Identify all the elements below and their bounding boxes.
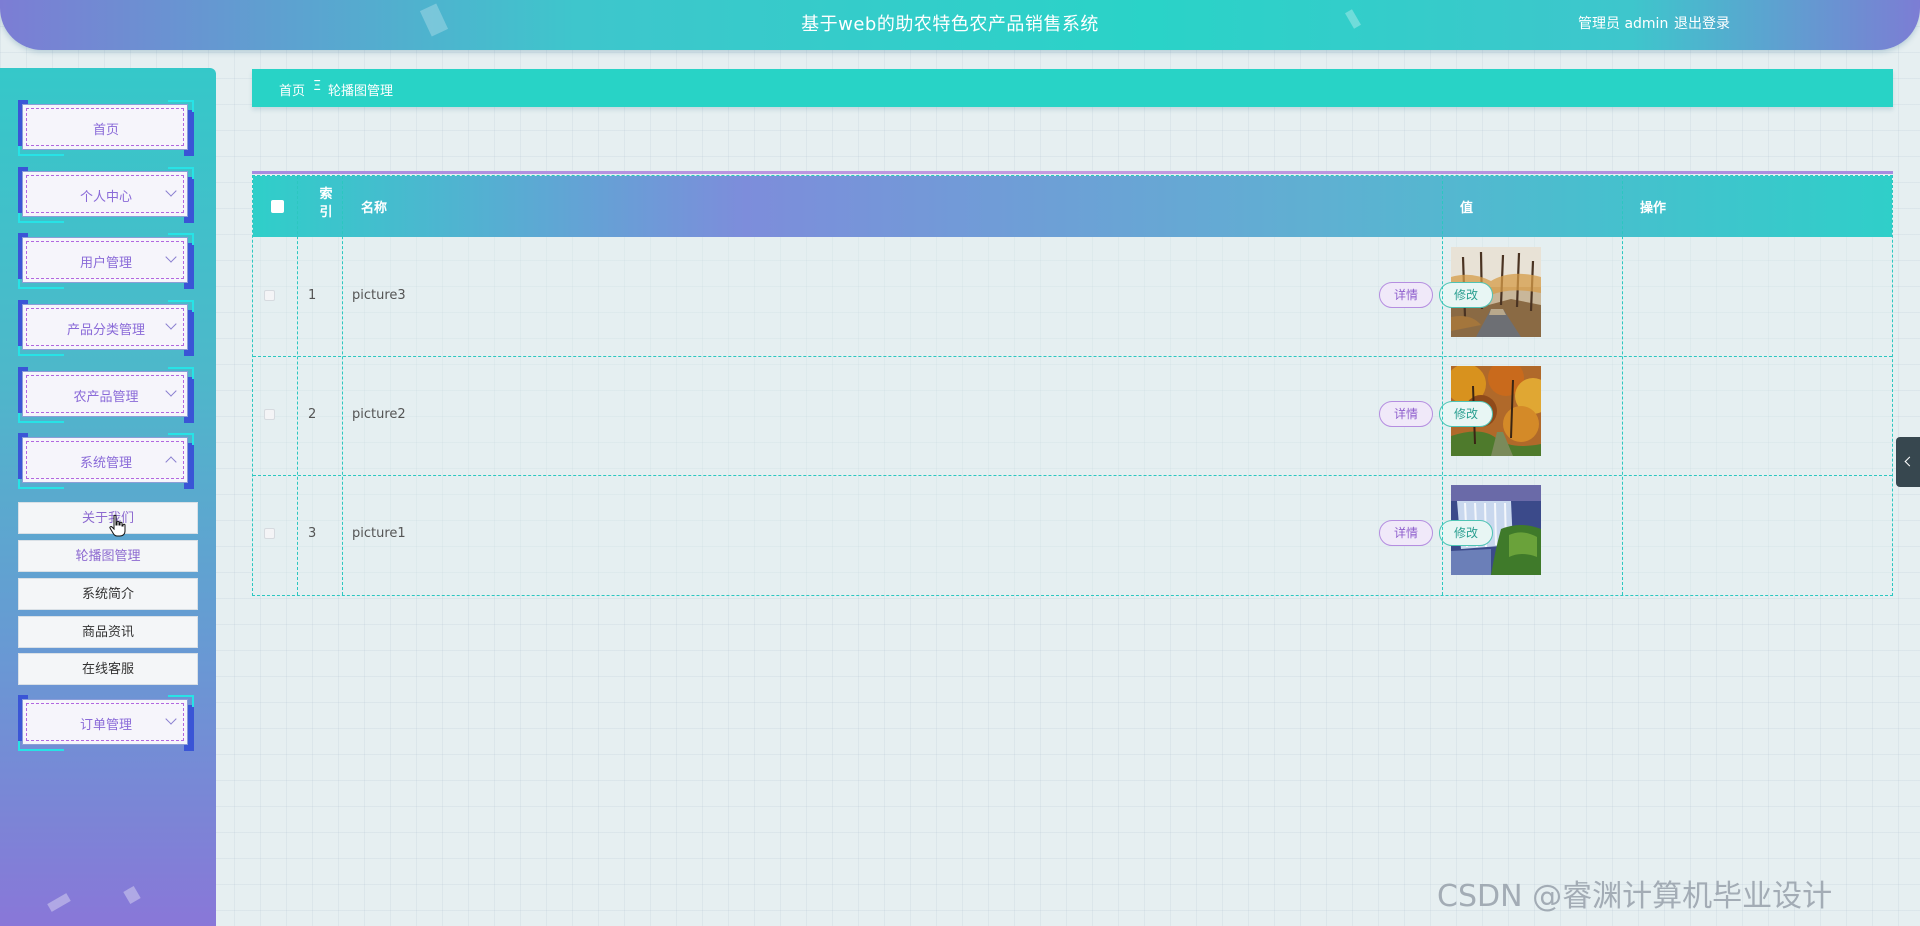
carousel-table: 索引 名称 值 操作 1 picture3 详情 修改 2 picture2 详… [252, 175, 1893, 596]
chevron-down-icon [165, 385, 177, 397]
logout-link[interactable]: 退出登录 [1674, 13, 1730, 33]
row-checkbox[interactable] [264, 290, 275, 301]
submenu-item-product-news[interactable]: 商品资讯 [18, 616, 198, 648]
table-row: 3 picture1 详情 修改 [253, 475, 1892, 594]
breadcrumb: 首页 Ξ 轮播图管理 [252, 69, 1893, 107]
table-header: 索引 名称 值 操作 [253, 176, 1892, 237]
sidebar-item-personal-center[interactable]: 个人中心 [18, 167, 194, 223]
column-divider [1442, 176, 1443, 595]
sidebar-item-system-management[interactable]: 系统管理 [18, 433, 194, 489]
column-divider [297, 176, 298, 595]
chevron-down-icon [165, 185, 177, 197]
detail-button[interactable]: 详情 [1379, 282, 1433, 308]
sidebar-decoration [47, 893, 71, 912]
detail-button[interactable]: 详情 [1379, 520, 1433, 546]
edit-button[interactable]: 修改 [1439, 282, 1493, 308]
row-divider [253, 475, 1892, 476]
chevron-down-icon [165, 251, 177, 263]
column-header-value: 值 [1460, 201, 1474, 216]
sidebar-item-label: 产品分类管理 [66, 323, 145, 338]
row-divider [253, 356, 1892, 357]
submenu-item-carousel-management[interactable]: 轮播图管理 [18, 540, 198, 572]
chevron-left-icon [1904, 456, 1915, 467]
column-header-index: 索引 [319, 187, 333, 220]
hand-cursor-icon [109, 514, 126, 537]
edit-button[interactable]: 修改 [1439, 520, 1493, 546]
sidebar-item-user-management[interactable]: 用户管理 [18, 233, 194, 289]
sidebar-item-order-management[interactable]: 订单管理 [18, 695, 194, 751]
column-divider [342, 176, 343, 595]
row-name: picture2 [352, 407, 406, 422]
table-row: 2 picture2 详情 修改 [253, 356, 1892, 475]
sidebar-item-product-management[interactable]: 农产品管理 [18, 367, 194, 423]
side-panel-toggle[interactable] [1896, 437, 1920, 487]
sidebar-decoration [123, 885, 141, 905]
breadcrumb-separator-icon: Ξ [313, 79, 322, 94]
chevron-up-icon [165, 456, 177, 468]
top-header: 基于web的助农特色农产品销售系统 管理员 admin 退出登录 [0, 0, 1920, 50]
admin-user-label: 管理员 admin [1578, 16, 1669, 32]
chevron-down-icon [165, 318, 177, 330]
sidebar-item-category-management[interactable]: 产品分类管理 [18, 300, 194, 356]
column-header-action: 操作 [1640, 201, 1667, 216]
row-name: picture1 [352, 526, 406, 541]
sidebar-item-label: 个人中心 [79, 190, 132, 205]
row-index: 1 [308, 288, 317, 303]
table-top-accent-line [252, 171, 1893, 174]
submenu-item-system-intro[interactable]: 系统简介 [18, 578, 198, 610]
breadcrumb-home-link[interactable]: 首页 [279, 80, 305, 99]
edit-button[interactable]: 修改 [1439, 401, 1493, 427]
sidebar-item-label: 农产品管理 [73, 390, 139, 405]
row-index: 2 [308, 407, 317, 422]
select-all-checkbox[interactable] [271, 200, 284, 213]
sidebar-item-label: 首页 [92, 123, 119, 138]
row-checkbox[interactable] [264, 409, 275, 420]
row-name: picture3 [352, 288, 406, 303]
chevron-down-icon [165, 713, 177, 725]
column-divider [1622, 176, 1623, 595]
row-index: 3 [308, 526, 317, 541]
breadcrumb-current: 轮播图管理 [328, 84, 394, 99]
submenu-item-online-service[interactable]: 在线客服 [18, 653, 198, 685]
detail-button[interactable]: 详情 [1379, 401, 1433, 427]
sidebar-item-label: 用户管理 [79, 256, 132, 271]
sidebar-item-home[interactable]: 首页 [18, 100, 194, 156]
watermark: CSDN @睿渊计算机毕业设计 [1437, 879, 1833, 914]
table-row: 1 picture3 详情 修改 [253, 237, 1892, 356]
sidebar-item-label: 订单管理 [79, 718, 132, 733]
sidebar-item-label: 系统管理 [79, 456, 132, 471]
column-header-name: 名称 [361, 201, 388, 216]
row-checkbox[interactable] [264, 528, 275, 539]
